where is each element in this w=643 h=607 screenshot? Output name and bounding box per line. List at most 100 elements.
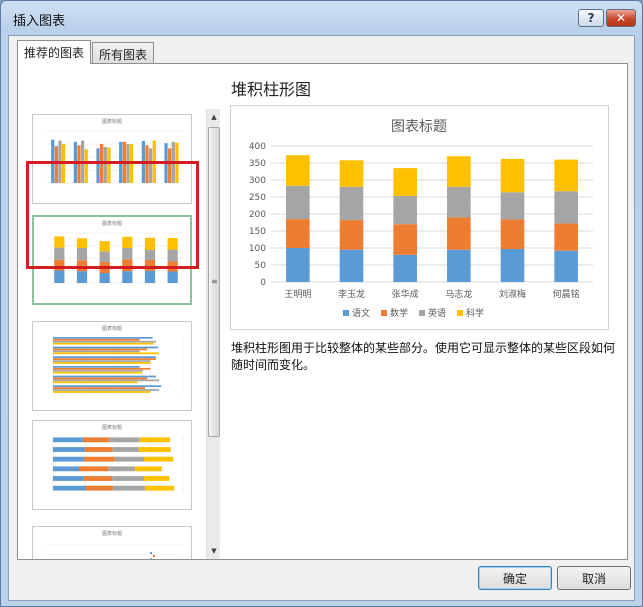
bar-segment [108,466,136,472]
tab-recommended-charts[interactable]: 推荐的图表 [17,40,92,64]
bar-segment [447,156,471,187]
thumbnail-stacked-bar[interactable]: 图表标题 [32,420,192,510]
bar [53,365,140,368]
help-icon: ? [587,11,595,25]
x-tick-label: 何晨铭 [553,288,580,300]
scatter-point [152,554,156,558]
bar-segment [85,485,114,491]
thumbnail-title: 图表标题 [101,531,122,537]
tab-panel: 图表标题 图表标题 图表标题 图表标题 图表标题 ▲ ≡ ▼ 堆积柱形图 图表标… [17,63,628,560]
chart-title: 图表标题 [391,119,447,135]
bar-segment [144,485,175,491]
close-button[interactable]: ✕ [606,9,636,27]
y-tick-label: 150 [249,227,266,237]
y-tick-label: 200 [249,210,266,220]
bar-segment [108,437,140,443]
tab-all-charts[interactable]: 所有图表 [92,42,155,64]
bar-segment [500,249,525,282]
bar [53,371,142,374]
bar-segment [339,160,364,187]
bar-segment [122,271,133,283]
bar-segment [554,223,578,251]
bar-segment [554,159,578,192]
thumbnail-scrollbar[interactable]: ▲ ≡ ▼ [206,109,220,559]
thumbnail-scatter[interactable]: 图表标题 [32,526,192,559]
x-tick-label: 王明明 [284,289,311,300]
bar [53,342,154,345]
thumbnail-title: 图表标题 [101,119,122,125]
bar-segment [554,191,578,224]
bar [53,338,140,341]
bar-segment [286,219,310,248]
bar [53,389,160,391]
y-tick-label: 50 [255,261,267,271]
bar [53,360,151,362]
bar [53,381,138,384]
bar-segment [500,158,525,193]
insert-chart-dialog: 插入图表 ? ✕ 推荐的图表 所有图表 图表标题 图表标题 图表标题 图表标题 … [0,0,643,607]
bar-segment [447,249,471,282]
bar-segment [500,192,525,220]
y-tick-label: 0 [260,278,266,288]
bar-segment [112,447,139,452]
bar-segment [139,437,170,443]
bar-segment [114,456,144,462]
x-tick-label: 李玉龙 [338,288,365,300]
scroll-down-icon[interactable]: ▼ [209,545,219,557]
bar-segment [53,447,85,452]
thumbnail-clustered-bar-chart [52,336,184,394]
bar-segment [339,249,364,282]
bar-segment [286,155,310,186]
bar-segment [53,476,84,481]
bar [53,348,148,351]
help-button[interactable]: ? [578,9,604,27]
dialog-body: 推荐的图表 所有图表 图表标题 图表标题 图表标题 图表标题 图表标题 ▲ ≡ … [8,35,635,601]
x-tick-label: 马志龙 [445,288,472,300]
thumbnail-stacked-bar-chart [52,435,184,493]
legend-label: 英语 [428,307,446,319]
bar-segment [339,220,364,250]
bar [53,336,153,339]
x-tick-label: 张华成 [392,288,419,300]
bar [53,369,143,372]
bar-segment [54,270,65,283]
bar [53,387,146,389]
bar-segment [167,271,178,283]
bar-segment [84,447,113,452]
bar [53,352,160,355]
legend-swatch [457,310,463,316]
y-tick-label: 300 [249,176,266,186]
bar-segment [79,466,109,472]
legend-swatch [419,310,425,316]
legend-label: 科学 [466,307,484,319]
bar-segment [83,476,113,481]
bar-segment [447,186,471,218]
bar [53,385,162,388]
bar-segment [82,437,109,443]
scrollbar-thumb[interactable]: ≡ [208,127,220,437]
grip-icon: ≡ [211,277,218,286]
y-tick-label: 250 [249,193,266,203]
thumbnail-clustered-bar[interactable]: 图表标题 [32,321,192,411]
cancel-button[interactable]: 取消 [557,566,631,590]
bar-segment [393,168,417,196]
bar [53,350,140,353]
y-tick-label: 400 [249,142,266,152]
bar-segment [76,271,88,283]
thumbnail-list: 图表标题 图表标题 图表标题 图表标题 图表标题 [18,64,214,559]
bar [53,375,156,378]
bar-segment [113,485,145,491]
bar [53,356,156,359]
bar-segment [83,456,115,462]
bar [53,377,148,380]
bar [53,346,159,349]
bar-segment [138,447,171,452]
bar-segment [339,186,364,221]
bar-segment [135,466,162,472]
ok-button[interactable]: 确定 [478,566,552,590]
bar-segment [447,217,471,250]
scatter-point [149,551,153,555]
bar [53,362,151,364]
scroll-up-icon[interactable]: ▲ [209,111,219,123]
stacked-column-chart: 图表标题 0 50 100 150 200 250 300 350 400 王明明 李玉龙 张华成 马志龙… [249,119,593,319]
